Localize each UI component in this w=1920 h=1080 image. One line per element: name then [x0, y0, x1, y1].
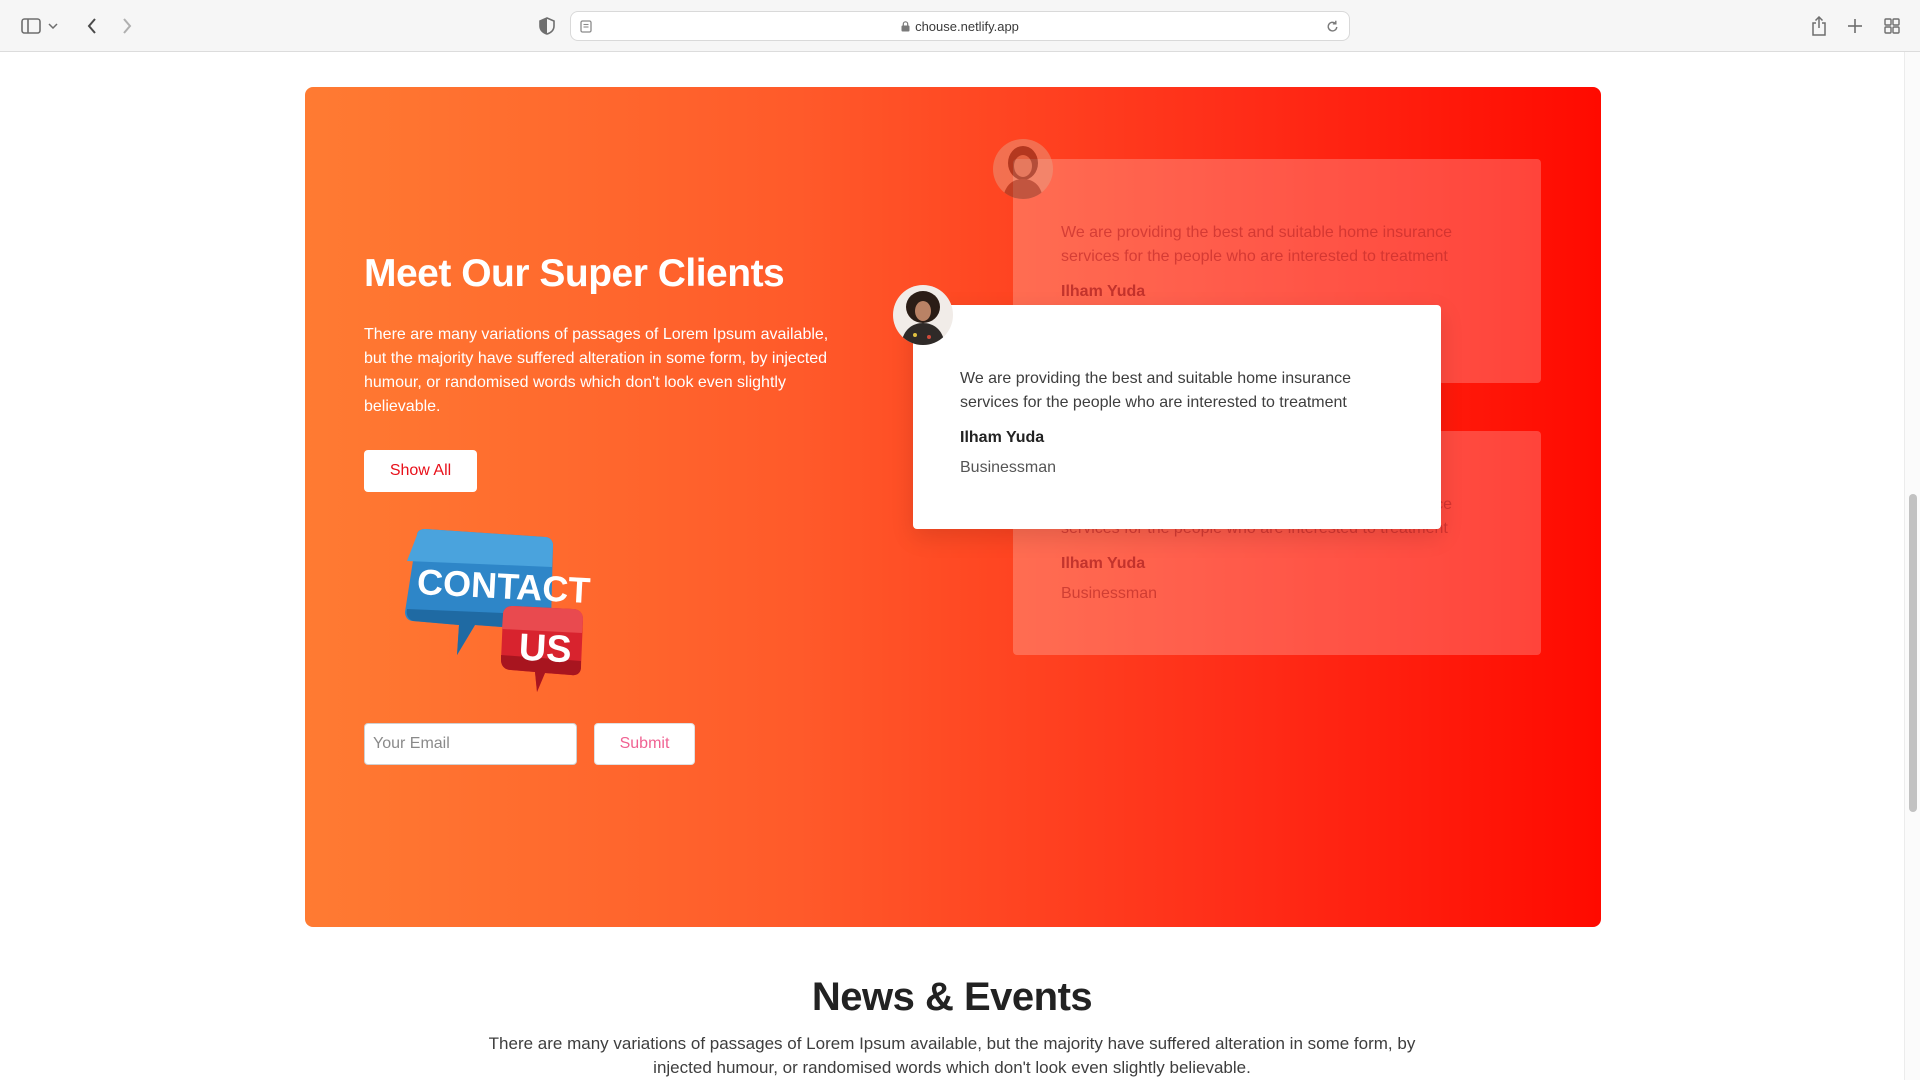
share-icon[interactable] [1806, 13, 1832, 39]
reload-icon[interactable] [1326, 20, 1339, 33]
show-all-button[interactable]: Show All [364, 450, 477, 492]
plus-icon[interactable] [1842, 13, 1868, 39]
testimonial-name: Ilham Yuda [1061, 555, 1146, 572]
page-scrollbar[interactable] [1904, 52, 1920, 1080]
client-avatar [893, 285, 953, 345]
testimonial-card: We are providing the best and suitable h… [913, 305, 1441, 529]
scrollbar-thumb[interactable] [1909, 494, 1917, 812]
chevron-down-icon[interactable] [46, 13, 60, 39]
testimonial-name: Ilham Yuda [960, 429, 1045, 446]
testimonial-role: Businessman [1061, 585, 1158, 602]
browser-toolbar: chouse.netlify.app [0, 0, 1920, 52]
forward-icon[interactable] [114, 13, 140, 39]
hero-description: There are many variations of passages of… [364, 326, 829, 415]
lock-icon [901, 21, 910, 32]
hero-title: Meet Our Super Clients [364, 252, 785, 295]
testimonial-quote: We are providing the best and suitable h… [1061, 224, 1453, 265]
testimonial-role: Businessman [960, 459, 1057, 476]
sidebar-icon[interactable] [18, 13, 44, 39]
url-text: chouse.netlify.app [915, 19, 1019, 34]
testimonial-name: Ilham Yuda [1061, 283, 1146, 300]
back-icon[interactable] [79, 13, 105, 39]
address-bar[interactable]: chouse.netlify.app [570, 11, 1350, 41]
tabs-grid-icon[interactable] [1879, 13, 1905, 39]
us-text: US [518, 627, 573, 672]
news-description: There are many variations of passages of… [488, 1034, 1416, 1077]
email-input[interactable] [364, 723, 577, 765]
shield-icon[interactable] [534, 13, 560, 39]
news-title: News & Events [811, 975, 1093, 1019]
clients-hero-section: Meet Our Super Clients There are many va… [305, 87, 1601, 927]
submit-button[interactable]: Submit [594, 723, 695, 765]
testimonial-quote: We are providing the best and suitable h… [960, 370, 1352, 411]
contact-us-image: CONTACT US [405, 529, 591, 692]
client-avatar [993, 139, 1053, 199]
